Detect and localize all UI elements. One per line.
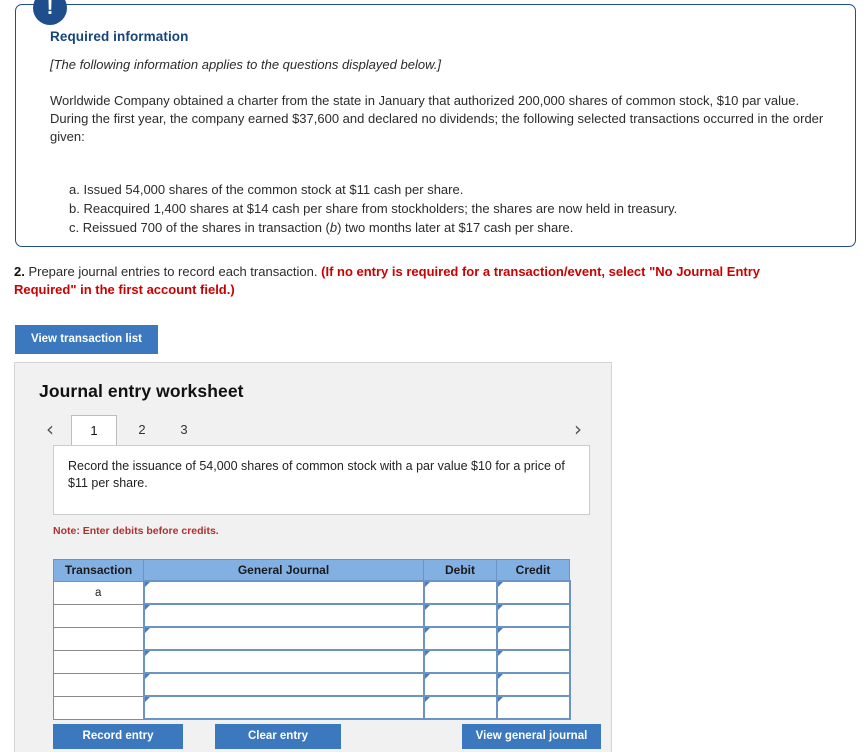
table-row bbox=[53, 603, 571, 628]
table-row bbox=[53, 672, 571, 697]
required-information-content: Required information [The following info… bbox=[16, 5, 855, 237]
item-text: Issued 54,000 shares of the common stock… bbox=[83, 182, 464, 197]
chevron-right-icon[interactable]: › bbox=[567, 415, 589, 445]
table-row bbox=[53, 695, 571, 720]
question-block: 2. Prepare journal entries to record eac… bbox=[14, 263, 820, 299]
column-header-debit: Debit bbox=[423, 559, 497, 582]
transaction-list: a. Issued 54,000 shares of the common st… bbox=[50, 180, 825, 237]
journal-entry-table: Transaction General Journal Debit Credit… bbox=[53, 559, 571, 720]
cell-credit[interactable] bbox=[495, 695, 571, 720]
list-item: a. Issued 54,000 shares of the common st… bbox=[69, 180, 825, 199]
view-general-journal-button[interactable]: View general journal bbox=[462, 724, 601, 749]
table-row bbox=[53, 626, 571, 651]
entry-prompt-box: Record the issuance of 54,000 shares of … bbox=[53, 445, 590, 515]
question-text: Prepare journal entries to record each t… bbox=[24, 264, 322, 279]
chevron-left-icon[interactable]: ‹ bbox=[39, 415, 61, 445]
cell-debit[interactable] bbox=[422, 603, 498, 628]
column-header-general-journal: General Journal bbox=[143, 559, 424, 582]
question-number: 2. bbox=[14, 264, 25, 279]
applies-note: [The following information applies to th… bbox=[50, 57, 441, 72]
view-transaction-list-button[interactable]: View transaction list bbox=[15, 325, 158, 354]
cell-debit[interactable] bbox=[422, 649, 498, 674]
cell-general-journal[interactable] bbox=[142, 695, 425, 720]
cell-debit[interactable] bbox=[422, 580, 498, 605]
cell-transaction bbox=[53, 603, 144, 628]
list-item: c. Reissued 700 of the shares in transac… bbox=[69, 218, 825, 237]
cell-credit[interactable] bbox=[495, 649, 571, 674]
scenario-paragraph: Worldwide Company obtained a charter fro… bbox=[50, 93, 824, 144]
cell-general-journal[interactable] bbox=[142, 672, 425, 697]
item-text: ) two months later at $17 cash per share… bbox=[337, 220, 574, 235]
cell-transaction bbox=[53, 649, 144, 674]
tab-3[interactable]: 3 bbox=[167, 415, 201, 445]
column-header-credit: Credit bbox=[496, 559, 570, 582]
cell-general-journal[interactable] bbox=[142, 626, 425, 651]
item-label: a. bbox=[69, 182, 80, 197]
debits-before-credits-note: Note: Enter debits before credits. bbox=[53, 525, 219, 537]
worksheet-title: Journal entry worksheet bbox=[39, 381, 244, 401]
cell-transaction bbox=[53, 695, 144, 720]
item-text: Reacquired 1,400 shares at $14 cash per … bbox=[83, 201, 678, 216]
tab-1[interactable]: 1 bbox=[71, 415, 117, 445]
required-information-callout: ! Required information [The following in… bbox=[15, 0, 856, 247]
table-row bbox=[53, 649, 571, 674]
cell-credit[interactable] bbox=[495, 603, 571, 628]
clear-entry-button[interactable]: Clear entry bbox=[215, 724, 341, 749]
cell-credit[interactable] bbox=[495, 672, 571, 697]
table-header: Transaction General Journal Debit Credit bbox=[53, 559, 570, 582]
table-header-row: Transaction General Journal Debit Credit bbox=[53, 559, 570, 582]
item-text: c. Reissued 700 of the shares in transac… bbox=[69, 220, 330, 235]
tab-2[interactable]: 2 bbox=[125, 415, 159, 445]
cell-transaction bbox=[53, 626, 144, 651]
required-information-heading: Required information bbox=[50, 29, 189, 44]
item-label: b. bbox=[69, 201, 80, 216]
cell-debit[interactable] bbox=[422, 672, 498, 697]
table-row: a bbox=[53, 580, 571, 605]
column-header-transaction: Transaction bbox=[53, 559, 144, 582]
cell-transaction bbox=[53, 672, 144, 697]
worksheet-tab-strip: ‹ 1 2 3 › bbox=[39, 415, 589, 445]
cell-transaction: a bbox=[53, 580, 144, 605]
cell-general-journal[interactable] bbox=[142, 603, 425, 628]
table-body: a bbox=[53, 580, 571, 720]
cell-debit[interactable] bbox=[422, 695, 498, 720]
journal-entry-worksheet-panel: Journal entry worksheet ‹ 1 2 3 › Record… bbox=[14, 362, 612, 752]
cell-general-journal[interactable] bbox=[142, 580, 425, 605]
cell-credit[interactable] bbox=[495, 626, 571, 651]
entry-prompt-text: Record the issuance of 54,000 shares of … bbox=[68, 459, 565, 490]
cell-general-journal[interactable] bbox=[142, 649, 425, 674]
list-item: b. Reacquired 1,400 shares at $14 cash p… bbox=[69, 199, 825, 218]
cell-credit[interactable] bbox=[495, 580, 571, 605]
cell-debit[interactable] bbox=[422, 626, 498, 651]
record-entry-button[interactable]: Record entry bbox=[53, 724, 183, 749]
